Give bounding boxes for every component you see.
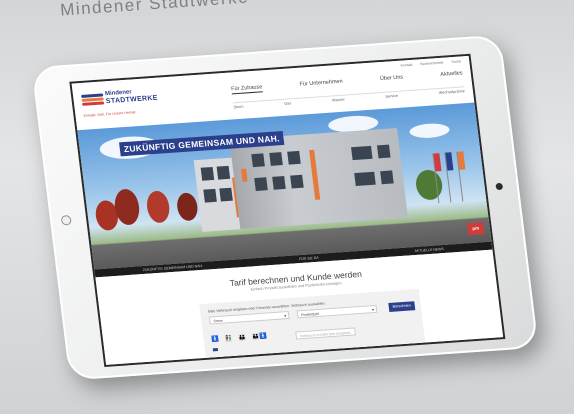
nav-item-news[interactable]: Aktuelles — [440, 70, 463, 80]
utility-links: Kontakt Barrierefreiheit Suche — [400, 59, 461, 67]
flag — [433, 153, 442, 172]
postcode-select[interactable]: Postleitzahl ▾ — [296, 304, 378, 319]
subnav-item-strom[interactable]: Strom — [233, 105, 244, 110]
consumption-input[interactable]: Verbrauch in kWh/Jahr eingeben — [295, 327, 357, 340]
chevron-down-icon: ▾ — [283, 313, 287, 319]
logo-tagline: Energie. Nah. Für Unsere Heimat — [83, 110, 136, 118]
person-icon[interactable]: 🚹 — [211, 337, 219, 343]
cloud — [408, 122, 451, 140]
person-icon[interactable]: 👫 — [225, 336, 233, 342]
photo-caption: Mindener Stadtwerke — [59, 0, 250, 20]
top-link-contact[interactable]: Kontakt — [400, 63, 412, 68]
partner-logo: pm — [467, 222, 485, 236]
top-link-search[interactable]: Suche — [451, 59, 461, 64]
subnav-item-bonus[interactable]: Wechselprämie — [439, 89, 466, 95]
product-select[interactable]: Strom ▾ — [208, 310, 290, 325]
nav-item-home[interactable]: Für Zuhause — [230, 84, 263, 95]
person-selector: 🚹 👫 👪 👪🚹 — [211, 334, 267, 344]
chevron-down-icon: ▾ — [371, 307, 375, 313]
tablet-screen: Mindener STADTWERKE Energie. Nah. Für Un… — [69, 53, 506, 367]
hero-image: ZUKÜNFTIG GEMEINSAM UND NAH. pm — [77, 102, 492, 270]
nav-item-business[interactable]: Für Unternehmen — [299, 79, 343, 90]
subnav-item-service[interactable]: Service — [385, 94, 398, 99]
tablet-device: Mindener STADTWERKE Energie. Nah. Für Un… — [31, 34, 539, 381]
selected-person-indicator — [212, 348, 219, 352]
tree — [145, 190, 172, 224]
tariff-calculator: Bitte Verbrauch eingeben oder Personen a… — [199, 288, 426, 358]
person-icon[interactable]: 👪 — [238, 335, 246, 341]
person-icon[interactable]: 👪🚹 — [252, 334, 268, 341]
brand-logo[interactable]: Mindener STADTWERKE Energie. Nah. Für Un… — [81, 87, 164, 122]
flag — [457, 151, 466, 170]
tree — [175, 192, 200, 222]
subnav-item-wasser[interactable]: Wasser — [332, 98, 345, 103]
subnav-item-gas[interactable]: Gas — [284, 101, 291, 105]
home-button-icon[interactable] — [495, 182, 504, 191]
camera-icon — [60, 214, 72, 226]
tree — [414, 169, 444, 201]
calculate-button[interactable]: Berechnen — [388, 301, 416, 312]
nav-item-about[interactable]: Über Uns — [380, 74, 404, 84]
top-link-accessibility[interactable]: Barrierefreiheit — [420, 61, 443, 67]
flag — [445, 152, 454, 171]
